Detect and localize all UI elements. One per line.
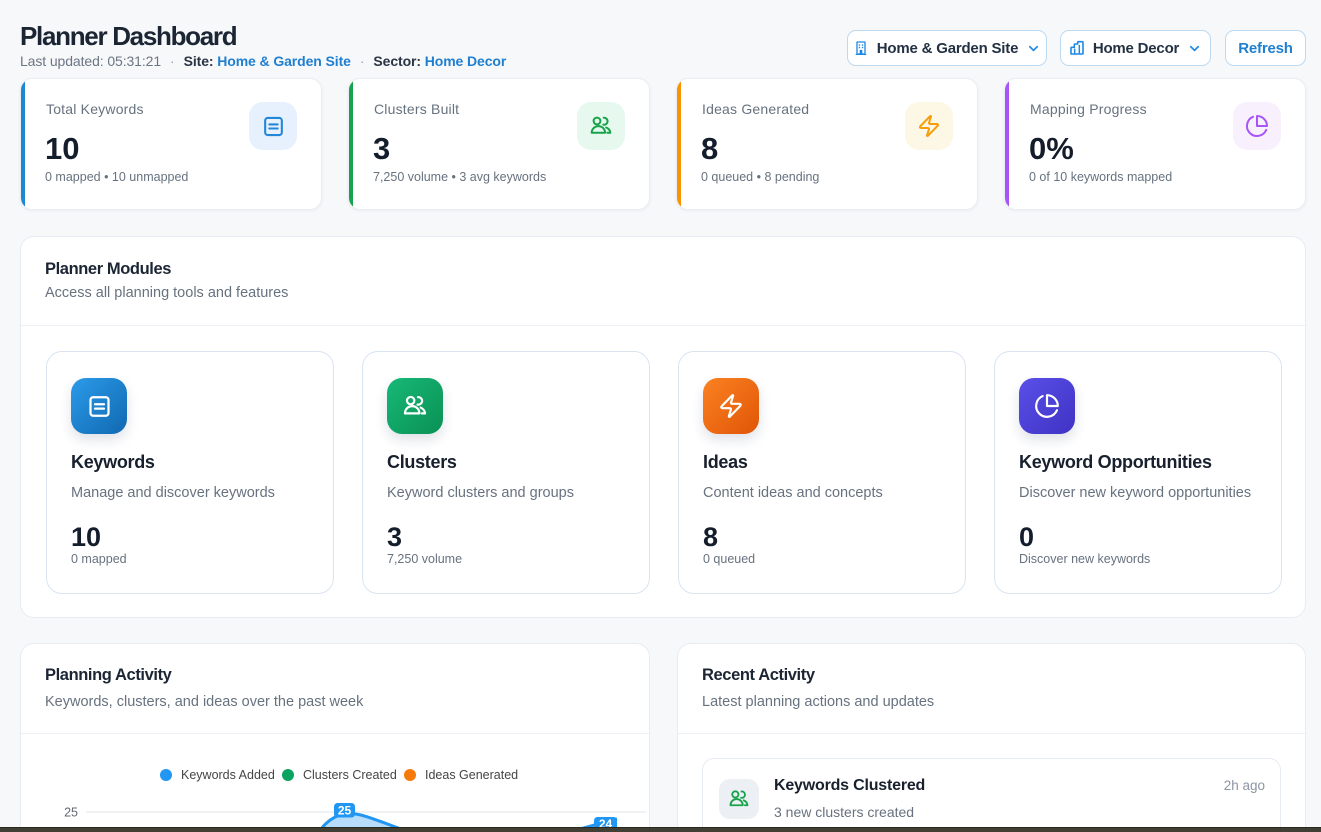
svg-text:25: 25 (64, 806, 78, 820)
svg-text:25: 25 (338, 804, 352, 818)
